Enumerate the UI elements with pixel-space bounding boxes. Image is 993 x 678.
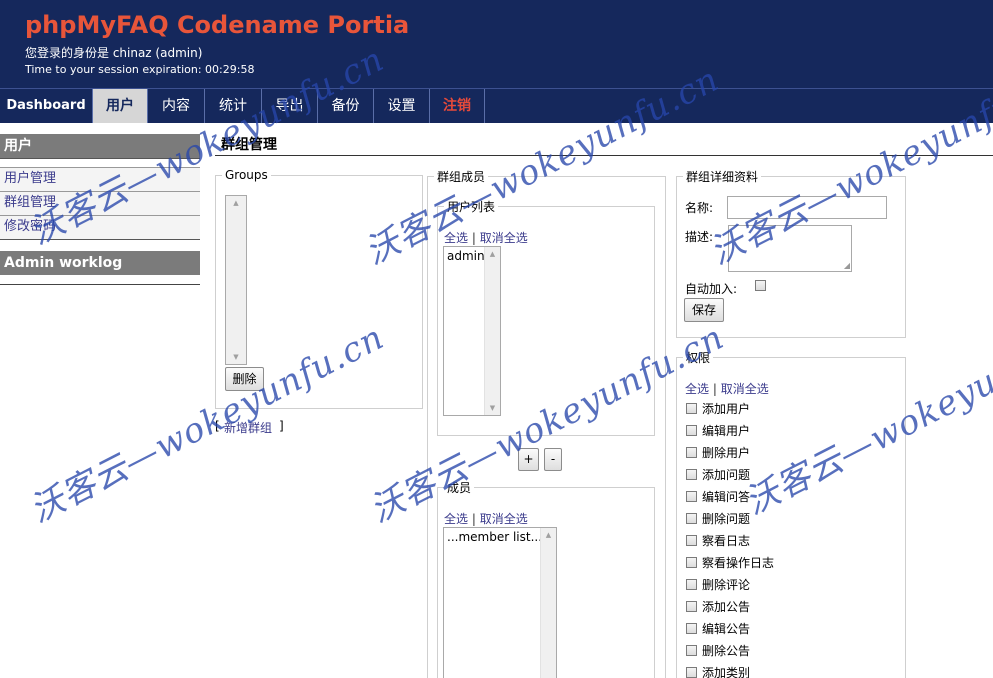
permission-checkbox[interactable] — [686, 667, 697, 678]
sidebar-item-group-management[interactable]: 群组管理 — [0, 191, 200, 215]
separator: | — [712, 382, 721, 396]
page-title: 群组管理 — [221, 137, 277, 153]
permission-label: 察看操作日志 — [702, 556, 775, 570]
groups-listbox[interactable]: ▲ ▼ — [225, 195, 247, 365]
permission-checkbox[interactable] — [686, 535, 697, 546]
permission-label: 添加类别 — [702, 666, 751, 678]
permission-label: 删除评论 — [702, 578, 751, 592]
group-name-label: 名称: — [685, 201, 714, 215]
permissions-select-all[interactable]: 全选 — [685, 382, 709, 396]
separator: | — [471, 231, 480, 245]
auto-join-label: 自动加入: — [685, 282, 738, 296]
user-list-select-controls: 全选 | 取消全选 — [444, 229, 528, 246]
scrollbar[interactable]: ▲ ▼ — [484, 247, 500, 415]
permission-label: 删除问题 — [702, 512, 751, 526]
nav-users[interactable]: 用户 — [93, 89, 148, 123]
scroll-up-icon[interactable]: ▲ — [541, 528, 556, 542]
resize-handle-icon[interactable]: ◢ — [844, 262, 850, 270]
permission-checkbox[interactable] — [686, 425, 697, 436]
sidebar-item-change-password[interactable]: 修改密码 — [0, 215, 200, 239]
separator: | — [471, 512, 480, 526]
permission-label: 添加问题 — [702, 468, 751, 482]
nav-backup[interactable]: 备份 — [318, 89, 374, 123]
scroll-down-icon[interactable]: ▼ — [485, 401, 500, 415]
user-list-select-all[interactable]: 全选 — [444, 231, 468, 245]
list-item[interactable]: ...member list... — [447, 530, 542, 544]
nav-content[interactable]: 内容 — [148, 89, 205, 123]
user-list-deselect-all[interactable]: 取消全选 — [480, 231, 528, 245]
permissions-deselect-all[interactable]: 取消全选 — [721, 382, 769, 396]
permission-checkbox[interactable] — [686, 491, 697, 502]
nav-statistics[interactable]: 统计 — [205, 89, 262, 123]
scrollbar[interactable]: ▲ ▼ — [226, 196, 246, 364]
sidebar-divider — [0, 158, 200, 159]
user-list-legend: 用户列表 — [447, 200, 496, 214]
nav-export[interactable]: 导出 — [262, 89, 318, 123]
permission-label: 删除用户 — [702, 446, 751, 460]
delete-group-button[interactable]: 删除 — [225, 367, 264, 391]
group-details-legend: 群组详细资料 — [686, 170, 759, 184]
permission-checkbox[interactable] — [686, 469, 697, 480]
permission-checkbox[interactable] — [686, 601, 697, 612]
save-group-button[interactable]: 保存 — [684, 298, 724, 322]
user-listbox[interactable]: admin ▲ ▼ — [443, 246, 501, 416]
sidebar-section-worklog[interactable]: Admin worklog — [0, 251, 200, 275]
login-status: 您登录的身份是 chinaz (admin) — [25, 46, 203, 60]
sidebar-divider — [0, 239, 200, 240]
group-description-label: 描述: — [685, 230, 714, 244]
members-select-all[interactable]: 全选 — [444, 512, 468, 526]
permission-checkbox[interactable] — [686, 557, 697, 568]
members-legend: 成员 — [447, 481, 472, 495]
members-deselect-all[interactable]: 取消全选 — [480, 512, 528, 526]
list-item[interactable]: admin — [447, 249, 485, 263]
permission-checkbox[interactable] — [686, 623, 697, 634]
members-listbox[interactable]: ...member list... ▲ — [443, 527, 557, 678]
group-members-legend: 群组成员 — [437, 170, 486, 184]
permission-label: 编辑公告 — [702, 622, 751, 636]
nav-logout[interactable]: 注销 — [430, 89, 485, 123]
permission-checkbox[interactable] — [686, 403, 697, 414]
permission-label: 编辑问答 — [702, 490, 751, 504]
nav-settings[interactable]: 设置 — [374, 89, 430, 123]
permission-checkbox[interactable] — [686, 447, 697, 458]
sidebar-section-users: 用户 — [0, 134, 200, 158]
permissions-select-controls: 全选 | 取消全选 — [685, 380, 769, 397]
sidebar-divider — [0, 284, 200, 285]
permissions-legend: 权限 — [686, 351, 711, 365]
group-name-input[interactable] — [727, 196, 887, 219]
auto-join-checkbox[interactable] — [755, 280, 766, 291]
add-member-button[interactable]: + — [518, 448, 539, 471]
nav-dashboard[interactable]: Dashboard — [0, 89, 93, 123]
add-group-link[interactable]: 新增群组 — [224, 419, 272, 436]
members-select-controls: 全选 | 取消全选 — [444, 510, 528, 527]
session-timer: Time to your session expiration: 00:29:5… — [25, 63, 255, 76]
remove-member-button[interactable]: - — [544, 448, 562, 471]
groups-legend: Groups — [225, 168, 268, 182]
main-nav: Dashboard 用户 内容 统计 导出 备份 设置 注销 — [0, 88, 993, 123]
permission-label: 添加公告 — [702, 600, 751, 614]
permission-label: 编辑用户 — [702, 424, 751, 438]
permission-label: 删除公告 — [702, 644, 751, 658]
sidebar-item-user-management[interactable]: 用户管理 — [0, 167, 200, 191]
scroll-down-icon[interactable]: ▼ — [226, 350, 246, 364]
add-group-bracket-close: ] — [279, 419, 284, 433]
add-group-bracket-open: [ — [215, 419, 220, 433]
permission-checkbox[interactable] — [686, 579, 697, 590]
scrollbar[interactable]: ▲ — [540, 528, 556, 678]
permission-checkbox[interactable] — [686, 645, 697, 656]
group-description-textarea[interactable]: ◢ — [728, 225, 852, 272]
scroll-up-icon[interactable]: ▲ — [226, 196, 246, 210]
scroll-up-icon[interactable]: ▲ — [485, 247, 500, 261]
permission-label: 添加用户 — [702, 402, 751, 416]
app-title: phpMyFAQ Codename Portia — [25, 11, 410, 39]
permission-checkbox[interactable] — [686, 513, 697, 524]
permission-label: 察看日志 — [702, 534, 751, 548]
title-divider — [215, 155, 993, 156]
header-banner: phpMyFAQ Codename Portia 您登录的身份是 chinaz … — [0, 0, 993, 88]
